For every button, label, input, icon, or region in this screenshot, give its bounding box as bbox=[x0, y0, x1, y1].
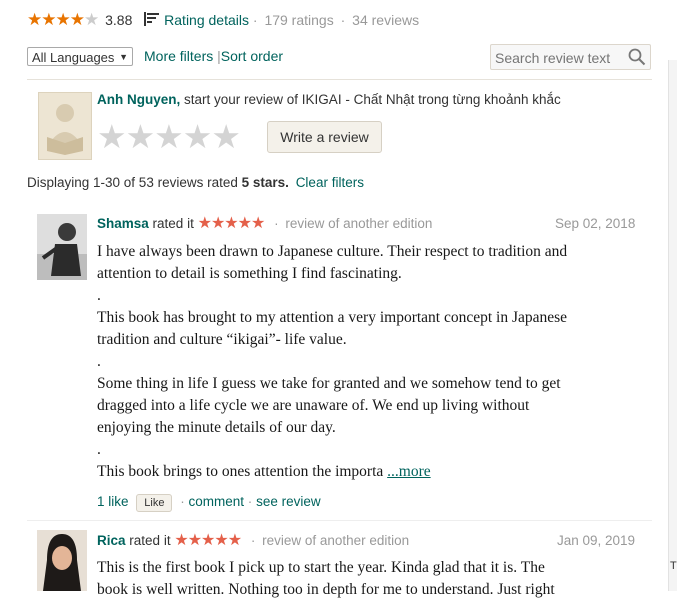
review-date[interactable]: Jan 09, 2019 bbox=[557, 533, 635, 548]
rated-it-text: rated it bbox=[129, 533, 171, 548]
display-stars-label: 5 stars. bbox=[241, 175, 289, 190]
like-button[interactable]: Like bbox=[136, 494, 173, 512]
reviewer-avatar[interactable] bbox=[37, 530, 87, 591]
write-review-button[interactable]: Write a review bbox=[267, 121, 382, 153]
review-actions: 1 like Like · comment · see review bbox=[97, 494, 321, 512]
separator: · bbox=[340, 12, 346, 28]
separator: · bbox=[247, 494, 253, 509]
compose-prompt-text: start your review of IKIGAI - Chất Nhật … bbox=[184, 92, 561, 107]
separator: · bbox=[274, 216, 279, 231]
review-stars: ★★★★★ bbox=[174, 532, 242, 549]
review-line: book is well written. Nothing too in dep… bbox=[97, 581, 555, 598]
reviewer-photo bbox=[37, 214, 87, 280]
display-prefix: Displaying 1-30 of 53 reviews rated bbox=[27, 175, 238, 190]
likes-count[interactable]: 1 like bbox=[97, 494, 129, 509]
language-select-value: All Languages bbox=[32, 50, 115, 65]
separator: · bbox=[252, 12, 258, 28]
filter-links: More filters |Sort order bbox=[144, 48, 283, 64]
write-review-label: Write a review bbox=[280, 129, 369, 145]
review-line: attention to detail is something I find … bbox=[97, 265, 402, 282]
review-body: I have always been drawn to Japanese cul… bbox=[97, 241, 657, 483]
see-review-link[interactable]: see review bbox=[256, 494, 321, 509]
more-link[interactable]: ...more bbox=[387, 463, 430, 480]
rating-details-label[interactable]: Rating details bbox=[164, 12, 249, 28]
compose-prompt: Anh Nguyen, start your review of IKIGAI … bbox=[97, 92, 561, 107]
review-header: Rica rated it ★★★★★ · review of another … bbox=[97, 530, 409, 550]
language-select[interactable]: All Languages ▼ bbox=[27, 47, 133, 66]
display-status: Displaying 1-30 of 53 reviews rated 5 st… bbox=[27, 175, 364, 190]
rate-stars-input[interactable]: ★★★★★ bbox=[97, 119, 241, 155]
review-date[interactable]: Sep 02, 2018 bbox=[555, 216, 635, 231]
side-panel-edge bbox=[668, 60, 677, 591]
search-icon[interactable] bbox=[628, 48, 646, 66]
average-rating-value: 3.88 bbox=[105, 12, 133, 28]
bar-chart-icon bbox=[144, 12, 160, 26]
more-filters-link[interactable]: More filters bbox=[144, 48, 213, 64]
reviewer-name[interactable]: Shamsa bbox=[97, 216, 149, 231]
review-line: This book has brought to my attention a … bbox=[97, 309, 568, 326]
reader-silhouette-icon bbox=[47, 104, 83, 155]
sort-order-link[interactable]: Sort order bbox=[221, 48, 283, 64]
divider-line bbox=[27, 79, 652, 80]
divider-line bbox=[27, 520, 652, 521]
current-user-name[interactable]: Anh Nguyen, bbox=[97, 92, 180, 107]
clear-filters-link[interactable]: Clear filters bbox=[296, 175, 364, 190]
review-line: enjoying the minute details of our day. bbox=[97, 419, 336, 436]
review-header: Shamsa rated it ★★★★★ · review of anothe… bbox=[97, 213, 432, 233]
average-rating-stars: ★★★★★ bbox=[27, 10, 99, 29]
review-line: tradition and culture “ikigai”- life val… bbox=[97, 331, 347, 348]
user-avatar-placeholder bbox=[38, 92, 92, 160]
ratings-count: 179 ratings bbox=[264, 12, 334, 28]
review-line: This is the first book I pick up to star… bbox=[97, 559, 545, 576]
review-body: This is the first book I pick up to star… bbox=[97, 557, 657, 601]
separator: · bbox=[180, 494, 185, 509]
reviewer-photo bbox=[37, 530, 87, 591]
review-line: . bbox=[97, 287, 101, 304]
separator: · bbox=[250, 533, 256, 548]
rating-summary: ★★★★★ 3.88 Rating details · 179 ratings … bbox=[27, 10, 419, 32]
rated-it-text: rated it bbox=[152, 216, 194, 231]
side-panel-marker: T bbox=[670, 560, 677, 572]
edition-note[interactable]: review of another edition bbox=[285, 216, 432, 231]
review-line: . bbox=[97, 441, 101, 458]
review-stars: ★★★★★ bbox=[197, 215, 266, 232]
reviewer-avatar[interactable] bbox=[37, 214, 87, 280]
chevron-down-icon: ▼ bbox=[119, 52, 128, 62]
reviewer-name[interactable]: Rica bbox=[97, 533, 126, 548]
edition-note[interactable]: review of another edition bbox=[262, 533, 409, 548]
search-review-input[interactable] bbox=[491, 45, 627, 71]
review-line: . bbox=[97, 353, 101, 370]
review-line: Some thing in life I guess we take for g… bbox=[97, 375, 561, 392]
comment-link[interactable]: comment bbox=[189, 494, 245, 509]
review-line: dragged into a life cycle we are unaware… bbox=[97, 397, 530, 414]
review-line-last: This book brings to ones attention the i… bbox=[97, 463, 431, 480]
review-line: I have always been drawn to Japanese cul… bbox=[97, 243, 568, 260]
reviews-count: 34 reviews bbox=[352, 12, 420, 28]
rating-details-link[interactable]: Rating details bbox=[144, 12, 253, 28]
search-review-box[interactable] bbox=[490, 44, 651, 71]
